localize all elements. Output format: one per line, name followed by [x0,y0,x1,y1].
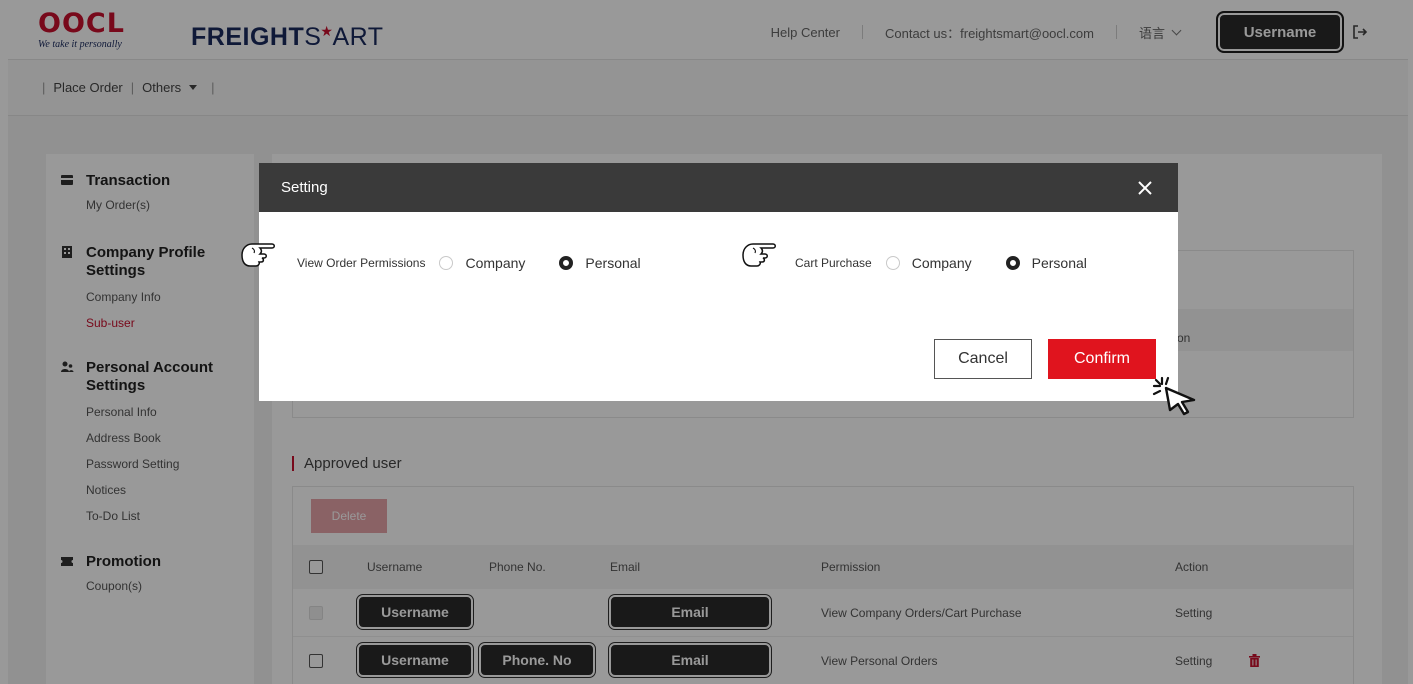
view-order-permission-row: View Order Permissions Company Personal [297,251,675,275]
option-label: Company [911,255,972,271]
dialog-title: Setting [281,179,328,196]
view-order-option-personal[interactable]: Personal [559,255,641,271]
cart-option-company[interactable]: Company [885,255,972,271]
option-label: Personal [1031,255,1087,271]
view-order-option-company[interactable]: Company [439,255,525,271]
cart-option-personal[interactable]: Personal [1005,255,1087,271]
confirm-button[interactable]: Confirm [1048,339,1156,379]
setting-dialog: Setting View Order Permissions Company P… [259,163,1178,401]
option-label: Company [465,255,526,271]
dialog-header: Setting [259,163,1178,212]
view-order-permission-label: View Order Permissions [297,256,426,270]
pointing-hand-icon [241,243,275,267]
cart-purchase-label: Cart Purchase [795,256,872,270]
cart-purchase-row: Cart Purchase Company Personal [795,251,1121,275]
option-label: Personal [585,255,641,271]
pointing-hand-icon [742,243,776,267]
radio-button-selected[interactable] [559,256,574,270]
radio-button[interactable] [439,256,454,270]
close-icon[interactable] [1136,179,1154,197]
click-cursor-icon [1152,376,1196,416]
cancel-button[interactable]: Cancel [934,339,1032,379]
radio-button-selected[interactable] [1005,256,1020,270]
radio-button[interactable] [885,256,900,270]
